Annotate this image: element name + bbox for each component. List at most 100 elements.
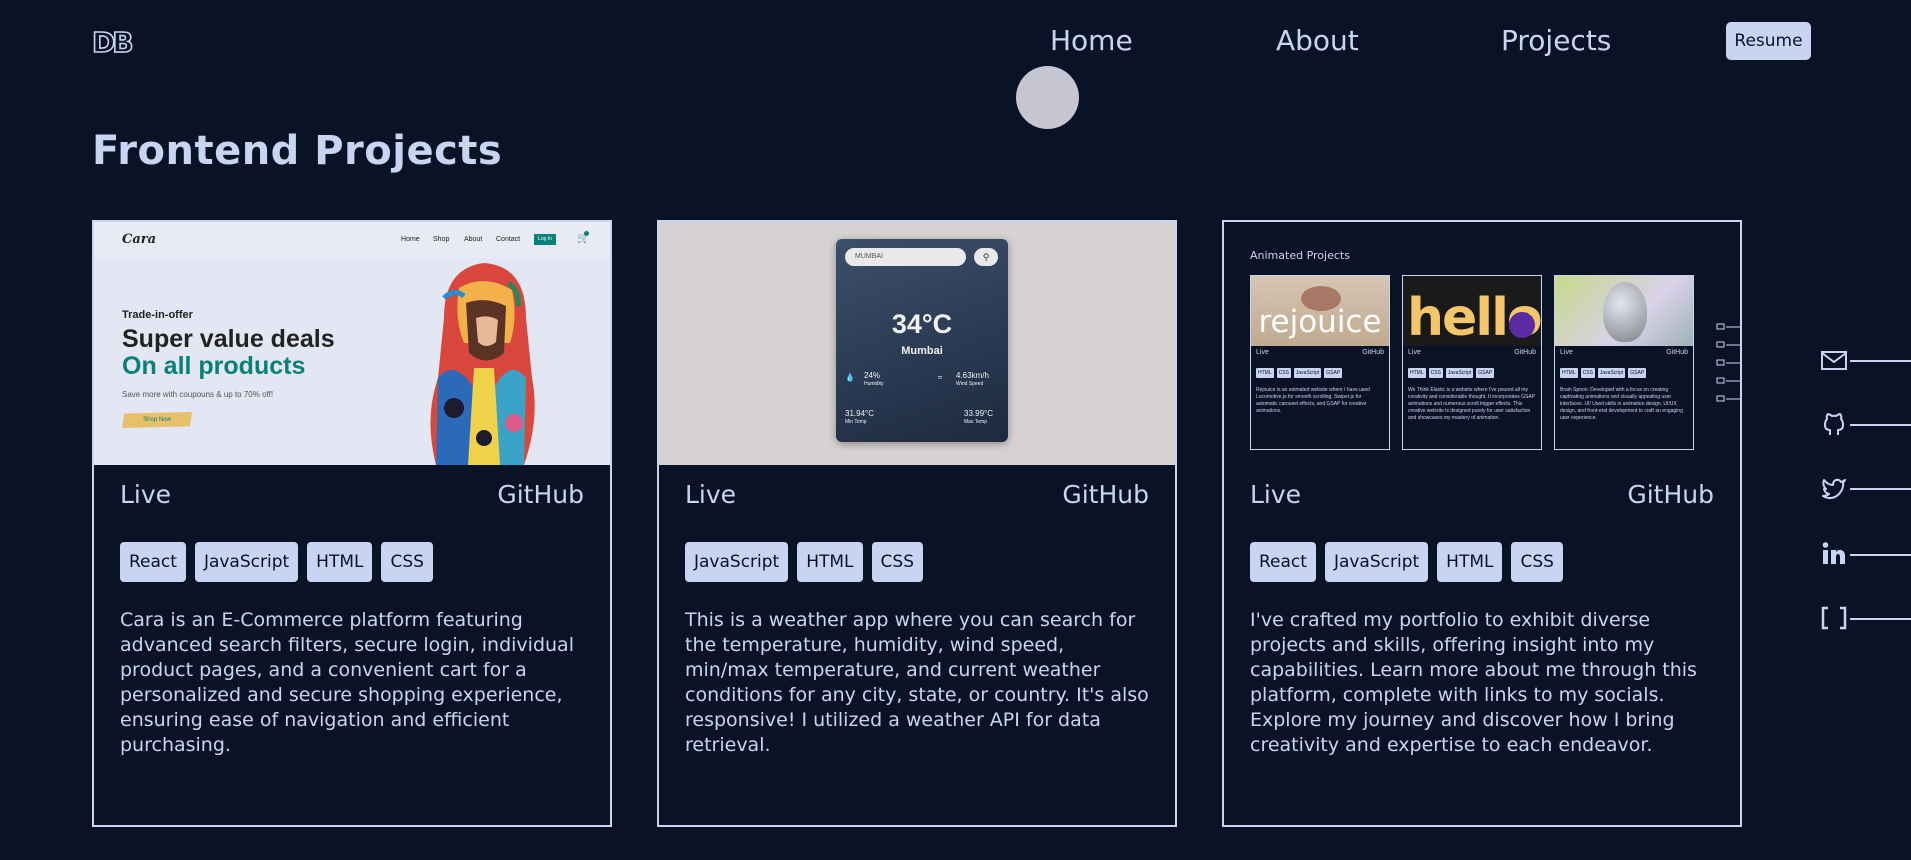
tag-css: CSS bbox=[381, 542, 433, 582]
mini-live-link: Live bbox=[1408, 349, 1421, 356]
preview-social-sidebar bbox=[1716, 323, 1740, 402]
live-link[interactable]: Live bbox=[120, 480, 171, 509]
mini-tag: JavaScript bbox=[1597, 368, 1626, 378]
mini-description: Brain Spoon: Developed with a focus on c… bbox=[1560, 387, 1683, 421]
project-description: This is a weather app where you can sear… bbox=[685, 609, 1149, 756]
mini-live-link: Live bbox=[1256, 349, 1269, 356]
section-title: Frontend Projects bbox=[92, 128, 503, 174]
mini-description: Rejouice is an animated website where I … bbox=[1256, 387, 1370, 414]
sculpture-image bbox=[1603, 282, 1647, 342]
mini-github-link: GitHub bbox=[1514, 349, 1536, 356]
live-link[interactable]: Live bbox=[1250, 480, 1301, 509]
preview-nav-home: Home bbox=[401, 236, 420, 243]
mini-card-rejouice: rejouice Live GitHub HTML CSS JavaScript… bbox=[1250, 275, 1390, 450]
brackets-icon bbox=[1821, 606, 1847, 630]
tag-html: HTML bbox=[1437, 542, 1503, 582]
mini-card-brainspoon: Live GitHub HTML CSS JavaScript GSAP Bra… bbox=[1554, 275, 1694, 450]
project-card-cara: Cara Home Shop About Contact Log In 🛒 Tr… bbox=[92, 220, 612, 827]
wind-label: Wind Speed bbox=[956, 381, 984, 387]
mini-description: We Think Elastic is a website where I've… bbox=[1408, 387, 1535, 421]
resume-button[interactable]: Resume bbox=[1726, 22, 1811, 60]
preview-nav-shop: Shop bbox=[433, 236, 450, 243]
mini-tag: JavaScript bbox=[1445, 368, 1474, 378]
preview-headline-1: Super value deals bbox=[122, 325, 335, 353]
wind-value: 4.63km/h bbox=[956, 371, 989, 380]
weather-temperature: 34°C bbox=[891, 309, 953, 339]
social-github[interactable] bbox=[1820, 410, 1911, 440]
mini-github-link: GitHub bbox=[1362, 349, 1384, 356]
mini-live-link: Live bbox=[1560, 349, 1573, 356]
weather-widget: MUMBAI ⚲ 34°C Mumbai 💧 24% Humidity ≈ 4.… bbox=[836, 239, 1008, 442]
mini-card-hello: hello Live GitHub HTML CSS JavaScript GS… bbox=[1402, 275, 1542, 450]
tech-tags: React JavaScript HTML CSS bbox=[120, 542, 433, 582]
preview-label: Animated Projects bbox=[1250, 249, 1350, 262]
tag-javascript: JavaScript bbox=[1324, 542, 1429, 582]
social-mail[interactable] bbox=[1820, 346, 1911, 376]
tag-html: HTML bbox=[307, 542, 373, 582]
max-temp-value: 33.99°C bbox=[964, 409, 993, 418]
humidity-value: 24% bbox=[864, 371, 881, 380]
github-link[interactable]: GitHub bbox=[1627, 480, 1714, 509]
project-card-portfolio: Animated Projects rejouice Live GitHub H… bbox=[1222, 220, 1742, 827]
nav-home-link[interactable]: Home bbox=[1050, 24, 1133, 57]
tag-javascript: JavaScript bbox=[194, 542, 299, 582]
preview-login: Log In bbox=[534, 234, 556, 245]
project-preview-image: Animated Projects rejouice Live GitHub H… bbox=[1224, 222, 1740, 465]
mini-tag: CSS bbox=[1580, 368, 1595, 378]
model-illustration bbox=[430, 263, 535, 465]
max-temp-label: Max Temp bbox=[964, 419, 987, 425]
weather-city: Mumbai bbox=[901, 345, 943, 357]
wind-icon: ≈ bbox=[938, 373, 943, 382]
preview-headline-2: On all products bbox=[122, 352, 306, 380]
mini-tag: JavaScript bbox=[1293, 368, 1322, 378]
github-link[interactable]: GitHub bbox=[497, 480, 584, 509]
github-link[interactable]: GitHub bbox=[1062, 480, 1149, 509]
preview-brand: Cara bbox=[122, 232, 157, 247]
social-linkedin[interactable] bbox=[1820, 540, 1911, 570]
project-card-weather: MUMBAI ⚲ 34°C Mumbai 💧 24% Humidity ≈ 4.… bbox=[657, 220, 1177, 827]
linkedin-icon bbox=[1822, 542, 1845, 564]
mini-tag: CSS bbox=[1428, 368, 1443, 378]
weather-search-input: MUMBAI bbox=[845, 248, 966, 266]
live-link[interactable]: Live bbox=[685, 480, 736, 509]
mini-tag: GSAP bbox=[1476, 368, 1495, 378]
site-logo[interactable]: DB bbox=[91, 25, 134, 60]
tag-css: CSS bbox=[871, 542, 923, 582]
tech-tags: React JavaScript HTML CSS bbox=[1250, 542, 1563, 582]
mini-tag: GSAP bbox=[1324, 368, 1343, 378]
nav-about-link[interactable]: About bbox=[1276, 24, 1359, 57]
social-brackets[interactable] bbox=[1820, 604, 1911, 634]
search-icon: ⚲ bbox=[974, 248, 998, 266]
preview-trade: Trade-in-offer bbox=[122, 309, 193, 321]
mini-tag: HTML bbox=[1408, 368, 1426, 378]
mini-github-link: GitHub bbox=[1666, 349, 1688, 356]
cursor-follower bbox=[1016, 66, 1079, 129]
tech-tags: JavaScript HTML CSS bbox=[685, 542, 923, 582]
mail-icon bbox=[1821, 351, 1847, 370]
project-description: I've crafted my portfolio to exhibit div… bbox=[1250, 609, 1697, 756]
min-temp-label: Min Temp bbox=[845, 419, 867, 425]
tag-react: React bbox=[120, 542, 186, 582]
preview-nav-about: About bbox=[464, 236, 483, 243]
tag-html: HTML bbox=[797, 542, 863, 582]
project-preview-image: MUMBAI ⚲ 34°C Mumbai 💧 24% Humidity ≈ 4.… bbox=[659, 222, 1175, 465]
tag-react: React bbox=[1250, 542, 1316, 582]
tag-javascript: JavaScript bbox=[685, 542, 789, 582]
mini-tag: HTML bbox=[1560, 368, 1578, 378]
social-twitter[interactable] bbox=[1820, 474, 1911, 504]
min-temp-value: 31.94°C bbox=[845, 409, 874, 418]
tag-css: CSS bbox=[1511, 542, 1563, 582]
project-description: Cara is an E-Commerce platform featuring… bbox=[120, 609, 574, 756]
mini-tag: CSS bbox=[1276, 368, 1291, 378]
humidity-icon: 💧 bbox=[845, 373, 855, 382]
preview-subtext: Save more with coupouns & up to 70% off! bbox=[122, 390, 274, 399]
mini-tag: GSAP bbox=[1628, 368, 1647, 378]
github-icon bbox=[1824, 413, 1844, 435]
mini-card-image-text: rejouice bbox=[1258, 304, 1382, 340]
project-preview-image: Cara Home Shop About Contact Log In 🛒 Tr… bbox=[94, 222, 610, 465]
mini-tag: HTML bbox=[1256, 368, 1274, 378]
humidity-label: Humidity bbox=[864, 381, 884, 387]
preview-nav-contact: Contact bbox=[496, 236, 521, 243]
nav-projects-link[interactable]: Projects bbox=[1501, 24, 1611, 57]
twitter-icon bbox=[1822, 478, 1846, 500]
